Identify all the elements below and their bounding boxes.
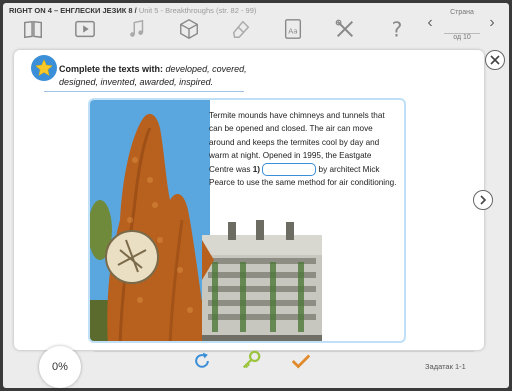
answer-gap-1-input[interactable] [262, 162, 317, 176]
window-title: RIGHT ON 4 – ЕНГЛЕСКИ ЈЕЗИК 8 / Unit 5 -… [9, 6, 256, 15]
title-unit: Unit 5 - Breakthroughs (str. 82 - 99) [138, 6, 257, 15]
show-answers-button[interactable] [239, 350, 263, 372]
prev-page-icon[interactable]: ‹ [422, 14, 438, 32]
key-icon [242, 350, 261, 369]
close-icon [490, 55, 500, 65]
checkmark-icon [291, 354, 311, 369]
check-button[interactable] [289, 350, 313, 372]
gap-number: 1) [252, 164, 260, 174]
tools-icon[interactable] [332, 16, 358, 42]
star-icon [31, 55, 57, 81]
chevron-right-icon [480, 195, 487, 205]
svg-text:Aa: Aa [288, 27, 298, 36]
page-label: Страна [450, 9, 474, 16]
page-number-input[interactable] [444, 18, 480, 34]
book-icon[interactable] [20, 16, 46, 42]
close-button[interactable] [485, 50, 505, 70]
refresh-icon [195, 352, 209, 368]
video-icon[interactable] [72, 16, 98, 42]
page-count: од 10 [453, 34, 471, 41]
task-label: Задатак 1-1 [425, 362, 466, 371]
cube-icon[interactable] [176, 16, 202, 42]
dictionary-icon[interactable]: Aa [280, 16, 306, 42]
instruction-lead: Complete the texts with: [59, 64, 164, 74]
reset-button[interactable] [190, 350, 214, 372]
instruction: Complete the texts with: developed, cove… [59, 63, 269, 89]
music-note-icon[interactable] [124, 16, 150, 42]
help-icon[interactable]: ? [384, 16, 410, 42]
exercise-text: Termite mounds have chimneys and tunnels… [209, 109, 397, 189]
next-page-icon[interactable]: › [484, 14, 500, 32]
page-navigator: ‹ Страна од 10 › [422, 4, 502, 44]
progress-value: 0% [52, 361, 68, 373]
bottom-divider [94, 351, 474, 352]
svg-text:?: ? [392, 18, 403, 40]
title-book: RIGHT ON 4 – ЕНГЛЕСКИ ЈЕЗИК 8 / [9, 6, 137, 15]
toolbar: Aa ? [20, 16, 420, 44]
eraser-icon[interactable] [228, 16, 254, 42]
next-exercise-button[interactable] [473, 190, 493, 210]
progress-indicator: 0% [39, 346, 81, 388]
instruction-divider [44, 91, 244, 92]
